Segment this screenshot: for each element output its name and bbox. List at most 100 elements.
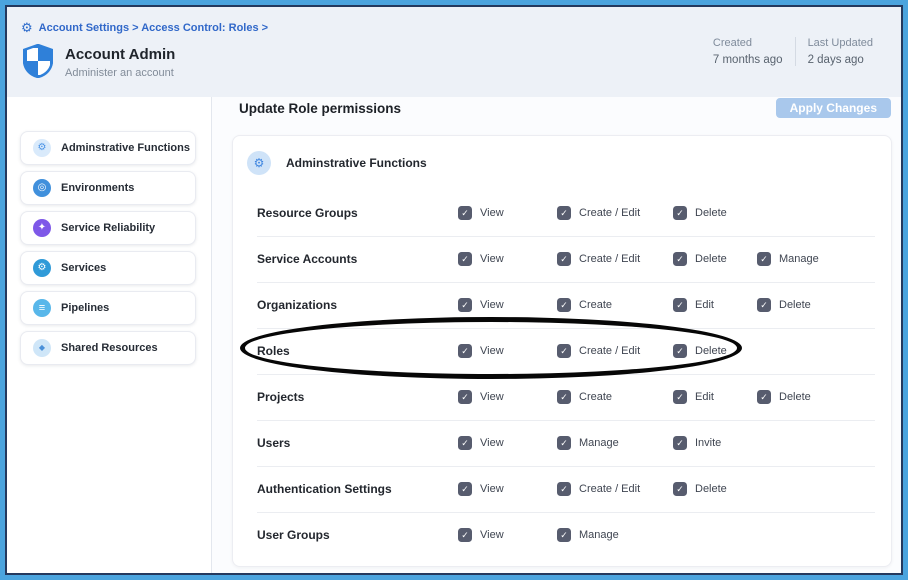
checkbox-checked-icon[interactable] <box>673 390 687 404</box>
created-label: Created <box>713 37 783 49</box>
page-subtitle: Administer an account <box>65 67 175 79</box>
resource-name: User Groups <box>257 528 330 542</box>
permission-row-resource-groups: Resource Groups View Create / Edit Delet… <box>233 190 891 236</box>
page-title: Account Admin <box>65 46 175 63</box>
resource-name: Organizations <box>257 298 337 312</box>
checkbox-checked-icon[interactable] <box>458 436 472 450</box>
checkbox-checked-icon[interactable] <box>557 436 571 450</box>
resource-name: Users <box>257 436 290 450</box>
checkbox-checked-icon[interactable] <box>757 298 771 312</box>
page-header: ⚙ Account Settings > Access Control: Rol… <box>7 7 901 97</box>
sidebar-item-pipelines[interactable]: ≡ Pipelines <box>20 291 196 325</box>
permission-toggle-view[interactable]: View <box>458 436 504 450</box>
permission-toggle-delete[interactable]: Delete <box>673 252 727 266</box>
created-block: Created 7 months ago <box>701 37 795 66</box>
breadcrumb-text[interactable]: Account Settings > Access Control: Roles… <box>39 22 268 34</box>
checkbox-checked-icon[interactable] <box>757 252 771 266</box>
sidebar-item-administrative-functions[interactable]: ⚙ Adminstrative Functions <box>20 131 196 165</box>
apply-changes-button[interactable]: Apply Changes <box>776 98 891 118</box>
permission-row-service-accounts: Service Accounts View Create / Edit Dele… <box>233 236 891 282</box>
checkbox-checked-icon[interactable] <box>757 390 771 404</box>
checkbox-checked-icon[interactable] <box>557 206 571 220</box>
permission-toggle-view[interactable]: View <box>458 298 504 312</box>
permission-toggle-invite[interactable]: Invite <box>673 436 721 450</box>
checkbox-checked-icon[interactable] <box>557 298 571 312</box>
permission-row-organizations: Organizations View Create Edit Delete <box>233 282 891 328</box>
permission-toggle-create-edit[interactable]: Create / Edit <box>557 206 640 220</box>
environments-icon: ◎ <box>33 179 51 197</box>
checkbox-checked-icon[interactable] <box>557 482 571 496</box>
checkbox-checked-icon[interactable] <box>557 390 571 404</box>
permission-toggle-create[interactable]: Create <box>557 298 612 312</box>
permission-row-user-groups: User Groups View Manage <box>233 512 891 558</box>
update-role-permissions-title: Update Role permissions <box>239 101 401 116</box>
sidebar-item-service-reliability[interactable]: ✦ Service Reliability <box>20 211 196 245</box>
permission-toggle-view[interactable]: View <box>458 206 504 220</box>
gear-icon: ⚙ <box>247 151 271 175</box>
resource-name: Resource Groups <box>257 206 358 220</box>
checkbox-checked-icon[interactable] <box>557 344 571 358</box>
permission-toggle-create[interactable]: Create <box>557 390 612 404</box>
sidebar-item-shared-resources[interactable]: ◆ Shared Resources <box>20 331 196 365</box>
permission-toggle-delete[interactable]: Delete <box>673 482 727 496</box>
last-updated-value: 2 days ago <box>808 54 873 66</box>
resource-name: Authentication Settings <box>257 482 392 496</box>
permission-row-roles: Roles View Create / Edit Delete <box>233 328 891 374</box>
checkbox-checked-icon[interactable] <box>458 206 472 220</box>
app-window: ⚙ Account Settings > Access Control: Rol… <box>5 5 903 575</box>
last-updated-block: Last Updated 2 days ago <box>796 37 885 66</box>
checkbox-checked-icon[interactable] <box>458 482 472 496</box>
permission-row-authentication-settings: Authentication Settings View Create / Ed… <box>233 466 891 512</box>
section-header: ⚙ Adminstrative Functions <box>233 136 891 190</box>
permissions-card: ⚙ Adminstrative Functions Resource Group… <box>232 135 892 567</box>
permission-toggle-create-edit[interactable]: Create / Edit <box>557 344 640 358</box>
permission-toggle-view[interactable]: View <box>458 390 504 404</box>
pipelines-icon: ≡ <box>33 299 51 317</box>
permission-toggle-manage[interactable]: Manage <box>557 436 619 450</box>
gear-icon: ⚙ <box>33 139 51 157</box>
sidebar-item-services[interactable]: ⚙ Services <box>20 251 196 285</box>
permission-toggle-delete[interactable]: Delete <box>757 298 811 312</box>
checkbox-checked-icon[interactable] <box>673 206 687 220</box>
resource-name: Projects <box>257 390 304 404</box>
checkbox-checked-icon[interactable] <box>458 344 472 358</box>
permission-toggle-view[interactable]: View <box>458 482 504 496</box>
service-reliability-icon: ✦ <box>33 219 51 237</box>
permission-toggle-delete[interactable]: Delete <box>757 390 811 404</box>
checkbox-checked-icon[interactable] <box>458 252 472 266</box>
checkbox-checked-icon[interactable] <box>673 344 687 358</box>
permission-toggle-delete[interactable]: Delete <box>673 206 727 220</box>
checkbox-checked-icon[interactable] <box>458 298 472 312</box>
permission-toggle-manage[interactable]: Manage <box>557 528 619 542</box>
checkbox-checked-icon[interactable] <box>673 482 687 496</box>
breadcrumb[interactable]: ⚙ Account Settings > Access Control: Rol… <box>21 21 901 34</box>
permission-toggle-view[interactable]: View <box>458 252 504 266</box>
permission-toggle-edit[interactable]: Edit <box>673 390 714 404</box>
checkbox-checked-icon[interactable] <box>557 528 571 542</box>
last-updated-label: Last Updated <box>808 37 873 49</box>
checkbox-checked-icon[interactable] <box>673 436 687 450</box>
permission-toggle-view[interactable]: View <box>458 528 504 542</box>
checkbox-checked-icon[interactable] <box>557 252 571 266</box>
checkbox-checked-icon[interactable] <box>458 390 472 404</box>
checkbox-checked-icon[interactable] <box>673 252 687 266</box>
section-title: Adminstrative Functions <box>286 156 427 170</box>
permission-toggle-view[interactable]: View <box>458 344 504 358</box>
sidebar-item-environments[interactable]: ◎ Environments <box>20 171 196 205</box>
checkbox-checked-icon[interactable] <box>458 528 472 542</box>
permission-toggle-edit[interactable]: Edit <box>673 298 714 312</box>
permission-toggle-manage[interactable]: Manage <box>757 252 819 266</box>
resource-category-sidebar: ⚙ Adminstrative Functions ◎ Environments… <box>7 97 212 573</box>
role-meta: Created 7 months ago Last Updated 2 days… <box>701 37 885 66</box>
shared-resources-icon: ◆ <box>33 339 51 357</box>
screenshot-frame: ⚙ Account Settings > Access Control: Rol… <box>0 0 908 580</box>
permission-toggle-create-edit[interactable]: Create / Edit <box>557 482 640 496</box>
permission-toggle-create-edit[interactable]: Create / Edit <box>557 252 640 266</box>
resource-name: Service Accounts <box>257 252 357 266</box>
permission-row-users: Users View Manage Invite <box>233 420 891 466</box>
checkbox-checked-icon[interactable] <box>673 298 687 312</box>
permission-toggle-delete[interactable]: Delete <box>673 344 727 358</box>
resource-name: Roles <box>257 344 290 358</box>
services-icon: ⚙ <box>33 259 51 277</box>
settings-gear-icon: ⚙ <box>21 21 33 34</box>
